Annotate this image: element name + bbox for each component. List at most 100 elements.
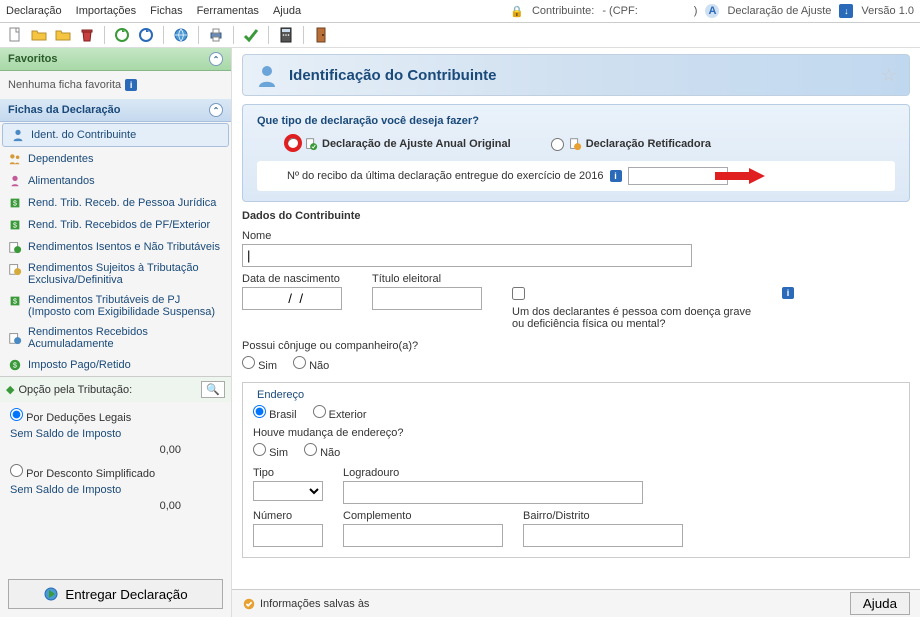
exterior-label: Exterior (329, 409, 367, 421)
menu-ajuda[interactable]: Ajuda (273, 5, 301, 17)
entregar-button[interactable]: Entregar Declaração (8, 579, 223, 609)
endereco-fieldset: Endereço Brasil Exterior Houve mudança d… (242, 382, 910, 558)
nav-rend-suspensa[interactable]: $Rendimentos Tributáveis de PJ (Imposto … (0, 290, 231, 322)
person-icon (255, 63, 279, 87)
nav-label: Ident. do Contribuinte (31, 129, 136, 141)
trash-icon[interactable] (78, 26, 96, 44)
numero-input[interactable] (253, 524, 323, 547)
radio-conjuge-sim[interactable] (242, 356, 255, 369)
sidebar: Favoritos ⌃ Nenhuma ficha favorita i Fic… (0, 48, 232, 617)
collapse-icon[interactable]: ⌃ (209, 103, 223, 117)
fichas-header[interactable]: Fichas da Declaração ⌃ (0, 99, 231, 122)
check-icon[interactable] (242, 26, 260, 44)
sim-label-2: Sim (269, 447, 288, 459)
nav-rend-pf[interactable]: $Rend. Trib. Recebidos de PF/Exterior (0, 214, 231, 236)
nav-rend-pj[interactable]: $Rend. Trib. Receb. de Pessoa Jurídica (0, 192, 231, 214)
favoritos-body: Nenhuma ficha favorita i (0, 71, 231, 99)
nav-imposto-pago[interactable]: $Imposto Pago/Retido (0, 354, 231, 376)
refresh-green-icon[interactable] (113, 26, 131, 44)
nav-label: Rendimentos Recebidos Acumuladamente (28, 326, 223, 350)
radio-simplificado[interactable] (10, 464, 23, 477)
opt-retificadora[interactable]: Declaração Retificadora (551, 137, 711, 151)
menu-declaracao[interactable]: Declaração (6, 5, 62, 17)
nav-dependentes[interactable]: Dependentes (0, 148, 231, 170)
pais-exterior[interactable]: Exterior (313, 405, 367, 421)
folder-icon[interactable] (54, 26, 72, 44)
dn-input[interactable] (242, 287, 342, 310)
opt-original[interactable]: Declaração de Ajuste Anual Original (287, 137, 511, 151)
titulo-input[interactable] (372, 287, 482, 310)
open-folder-icon[interactable] (30, 26, 48, 44)
refresh-blue-icon[interactable] (137, 26, 155, 44)
nav-ident-contribuinte[interactable]: Ident. do Contribuinte (2, 123, 229, 147)
nav-alimentandos[interactable]: Alimentandos (0, 170, 231, 192)
recibo-input[interactable] (628, 167, 728, 185)
tipo-label: Tipo (253, 467, 323, 479)
radio-retificadora[interactable] (551, 138, 564, 151)
info-icon[interactable]: i (782, 287, 794, 299)
nao-label: Não (309, 360, 329, 372)
brasil-label: Brasil (269, 409, 297, 421)
nav-label: Rend. Trib. Recebidos de PF/Exterior (28, 219, 210, 231)
question-box: Que tipo de declaração você deseja fazer… (242, 104, 910, 202)
nav-rend-acumulado[interactable]: Rendimentos Recebidos Acumuladamente (0, 322, 231, 354)
radio-exterior[interactable] (313, 405, 326, 418)
trib-title: Opção pela Tributação: (18, 384, 132, 396)
logradouro-label: Logradouro (343, 467, 643, 479)
mudanca-sim[interactable]: Sim (253, 443, 288, 459)
pais-brasil[interactable]: Brasil (253, 405, 297, 421)
nao-label-2: Não (320, 447, 340, 459)
doenca-label: Um dos declarantes é pessoa com doença g… (512, 306, 752, 330)
conjuge-sim[interactable]: Sim (242, 356, 277, 372)
nav-list: Ident. do Contribuinte Dependentes Alime… (0, 122, 231, 376)
nav-label: Alimentandos (28, 175, 95, 187)
globe-icon[interactable] (172, 26, 190, 44)
print-icon[interactable] (207, 26, 225, 44)
fichas-title: Fichas da Declaração (8, 104, 121, 116)
complemento-input[interactable] (343, 524, 503, 547)
new-doc-icon[interactable] (6, 26, 24, 44)
nome-input[interactable] (242, 244, 692, 267)
mudanca-nao[interactable]: Não (304, 443, 340, 459)
ajuda-button[interactable]: Ajuda (850, 592, 910, 615)
nav-rend-isentos[interactable]: Rendimentos Isentos e Não Tributáveis (0, 236, 231, 258)
saldo-value-2: 0,00 (10, 500, 221, 512)
calculator-icon[interactable] (277, 26, 295, 44)
mudanca-label: Houve mudança de endereço? (253, 427, 899, 439)
nav-label: Imposto Pago/Retido (28, 359, 131, 371)
saved-label: Informações salvas às (260, 598, 369, 610)
menu-ferramentas[interactable]: Ferramentas (197, 5, 259, 17)
radio-conjuge-nao[interactable] (293, 356, 306, 369)
doenca-checkbox[interactable] (512, 287, 525, 300)
conjuge-nao[interactable]: Não (293, 356, 329, 372)
toolbar (0, 23, 920, 48)
radio-deducoes[interactable] (10, 408, 23, 421)
content: Identificação do Contribuinte ☆ Que tipo… (232, 48, 920, 617)
nav-rend-exclusiva[interactable]: Rendimentos Sujeitos à Tributação Exclus… (0, 258, 231, 290)
menu-fichas[interactable]: Fichas (150, 5, 182, 17)
info-icon[interactable]: i (610, 170, 622, 182)
favoritos-header[interactable]: Favoritos ⌃ (0, 48, 231, 71)
radio-mudanca-nao[interactable] (304, 443, 317, 456)
logradouro-input[interactable] (343, 481, 643, 504)
collapse-icon[interactable]: ⌃ (209, 52, 223, 66)
favoritos-title: Favoritos (8, 53, 58, 65)
opt-simplificado[interactable]: Por Desconto Simplificado (10, 468, 155, 480)
favorite-star-icon[interactable]: ☆ (881, 65, 897, 86)
nome-label: Nome (242, 230, 910, 242)
opt-deducoes[interactable]: Por Deduções Legais (10, 412, 131, 424)
bairro-input[interactable] (523, 524, 683, 547)
trib-body: Por Deduções Legais Sem Saldo de Imposto… (0, 402, 231, 522)
menu-importacoes[interactable]: Importações (76, 5, 137, 17)
opt-original-label: Declaração de Ajuste Anual Original (322, 138, 511, 150)
nav-label: Rendimentos Tributáveis de PJ (Imposto c… (28, 294, 223, 318)
search-button[interactable]: 🔍 (201, 381, 225, 398)
nav-label: Rendimentos Isentos e Não Tributáveis (28, 241, 220, 253)
tipo-select[interactable] (253, 481, 323, 501)
radio-brasil[interactable] (253, 405, 266, 418)
radio-mudanca-sim[interactable] (253, 443, 266, 456)
conjuge-label: Possui cônjuge ou companheiro(a)? (242, 340, 418, 352)
exit-icon[interactable] (312, 26, 330, 44)
info-icon[interactable]: i (125, 79, 137, 91)
sim-label: Sim (258, 360, 277, 372)
